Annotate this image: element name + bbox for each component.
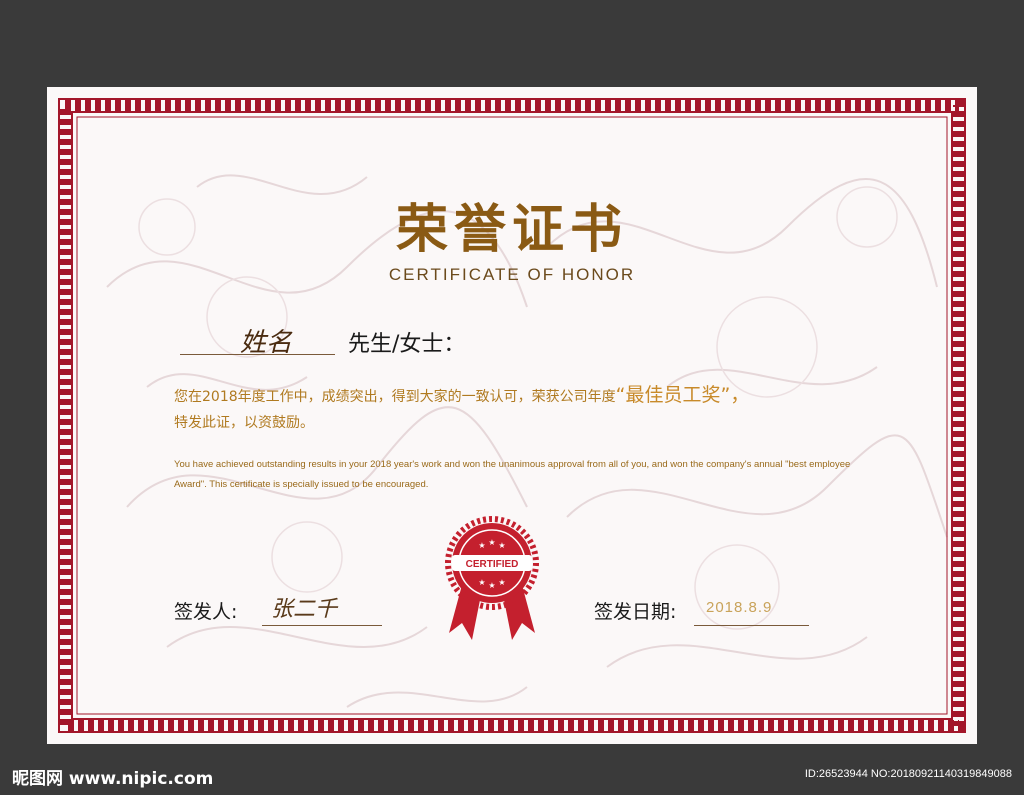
date-block: 签发日期: 2018.8.9 <box>594 597 809 626</box>
rosette-ribbon-icon: CERTIFIED ★ ★ ★ ★ ★ ★ <box>445 516 539 640</box>
recipient-name: 姓名 <box>240 328 293 358</box>
body-english: You have achieved outstanding results in… <box>174 459 851 490</box>
date-label: 签发日期: <box>594 601 677 623</box>
body-chinese: 您在2018年度工作中，成绩突出，得到大家的一致认可，荣获公司年度“最佳员工奖”… <box>174 382 854 436</box>
svg-text:★: ★ <box>478 541 485 550</box>
image-id-text: ID:26523944 NO:20180921140319849088 <box>804 768 1012 780</box>
certificate-title: 荣誉证书 <box>395 199 628 260</box>
svg-text:★: ★ <box>498 541 505 550</box>
svg-text:★: ★ <box>488 581 495 590</box>
certificate-subtitle: CERTIFICATE OF HONOR <box>388 265 636 284</box>
body-cn-part1: 您在2018年度工作中，成绩突出，得到大家的一致认可，荣获公司年度 <box>174 389 616 405</box>
signer-signature: 张二千 <box>271 597 338 622</box>
date-underline <box>694 625 809 626</box>
svg-text:★: ★ <box>498 578 505 587</box>
watermark-logo: 昵图网 www.nipic.com <box>12 769 214 789</box>
signer-label: 签发人: <box>174 601 238 623</box>
svg-text:★: ★ <box>488 538 495 547</box>
salutation: 先生/女士： <box>348 332 466 357</box>
svg-text:★: ★ <box>478 578 485 587</box>
date-value: 2018.8.9 <box>706 599 773 616</box>
seal-text: CERTIFIED <box>466 559 519 570</box>
award-name: “最佳员工奖”， <box>615 384 750 406</box>
signer-underline <box>262 625 382 626</box>
certificate-page: 荣誉证书 CERTIFICATE OF HONOR 姓名 先生/女士： 您在20… <box>47 87 977 744</box>
signer-block: 签发人: 张二千 <box>174 597 382 626</box>
body-cn-part2: 特发此证，以资鼓励。 <box>174 415 314 431</box>
